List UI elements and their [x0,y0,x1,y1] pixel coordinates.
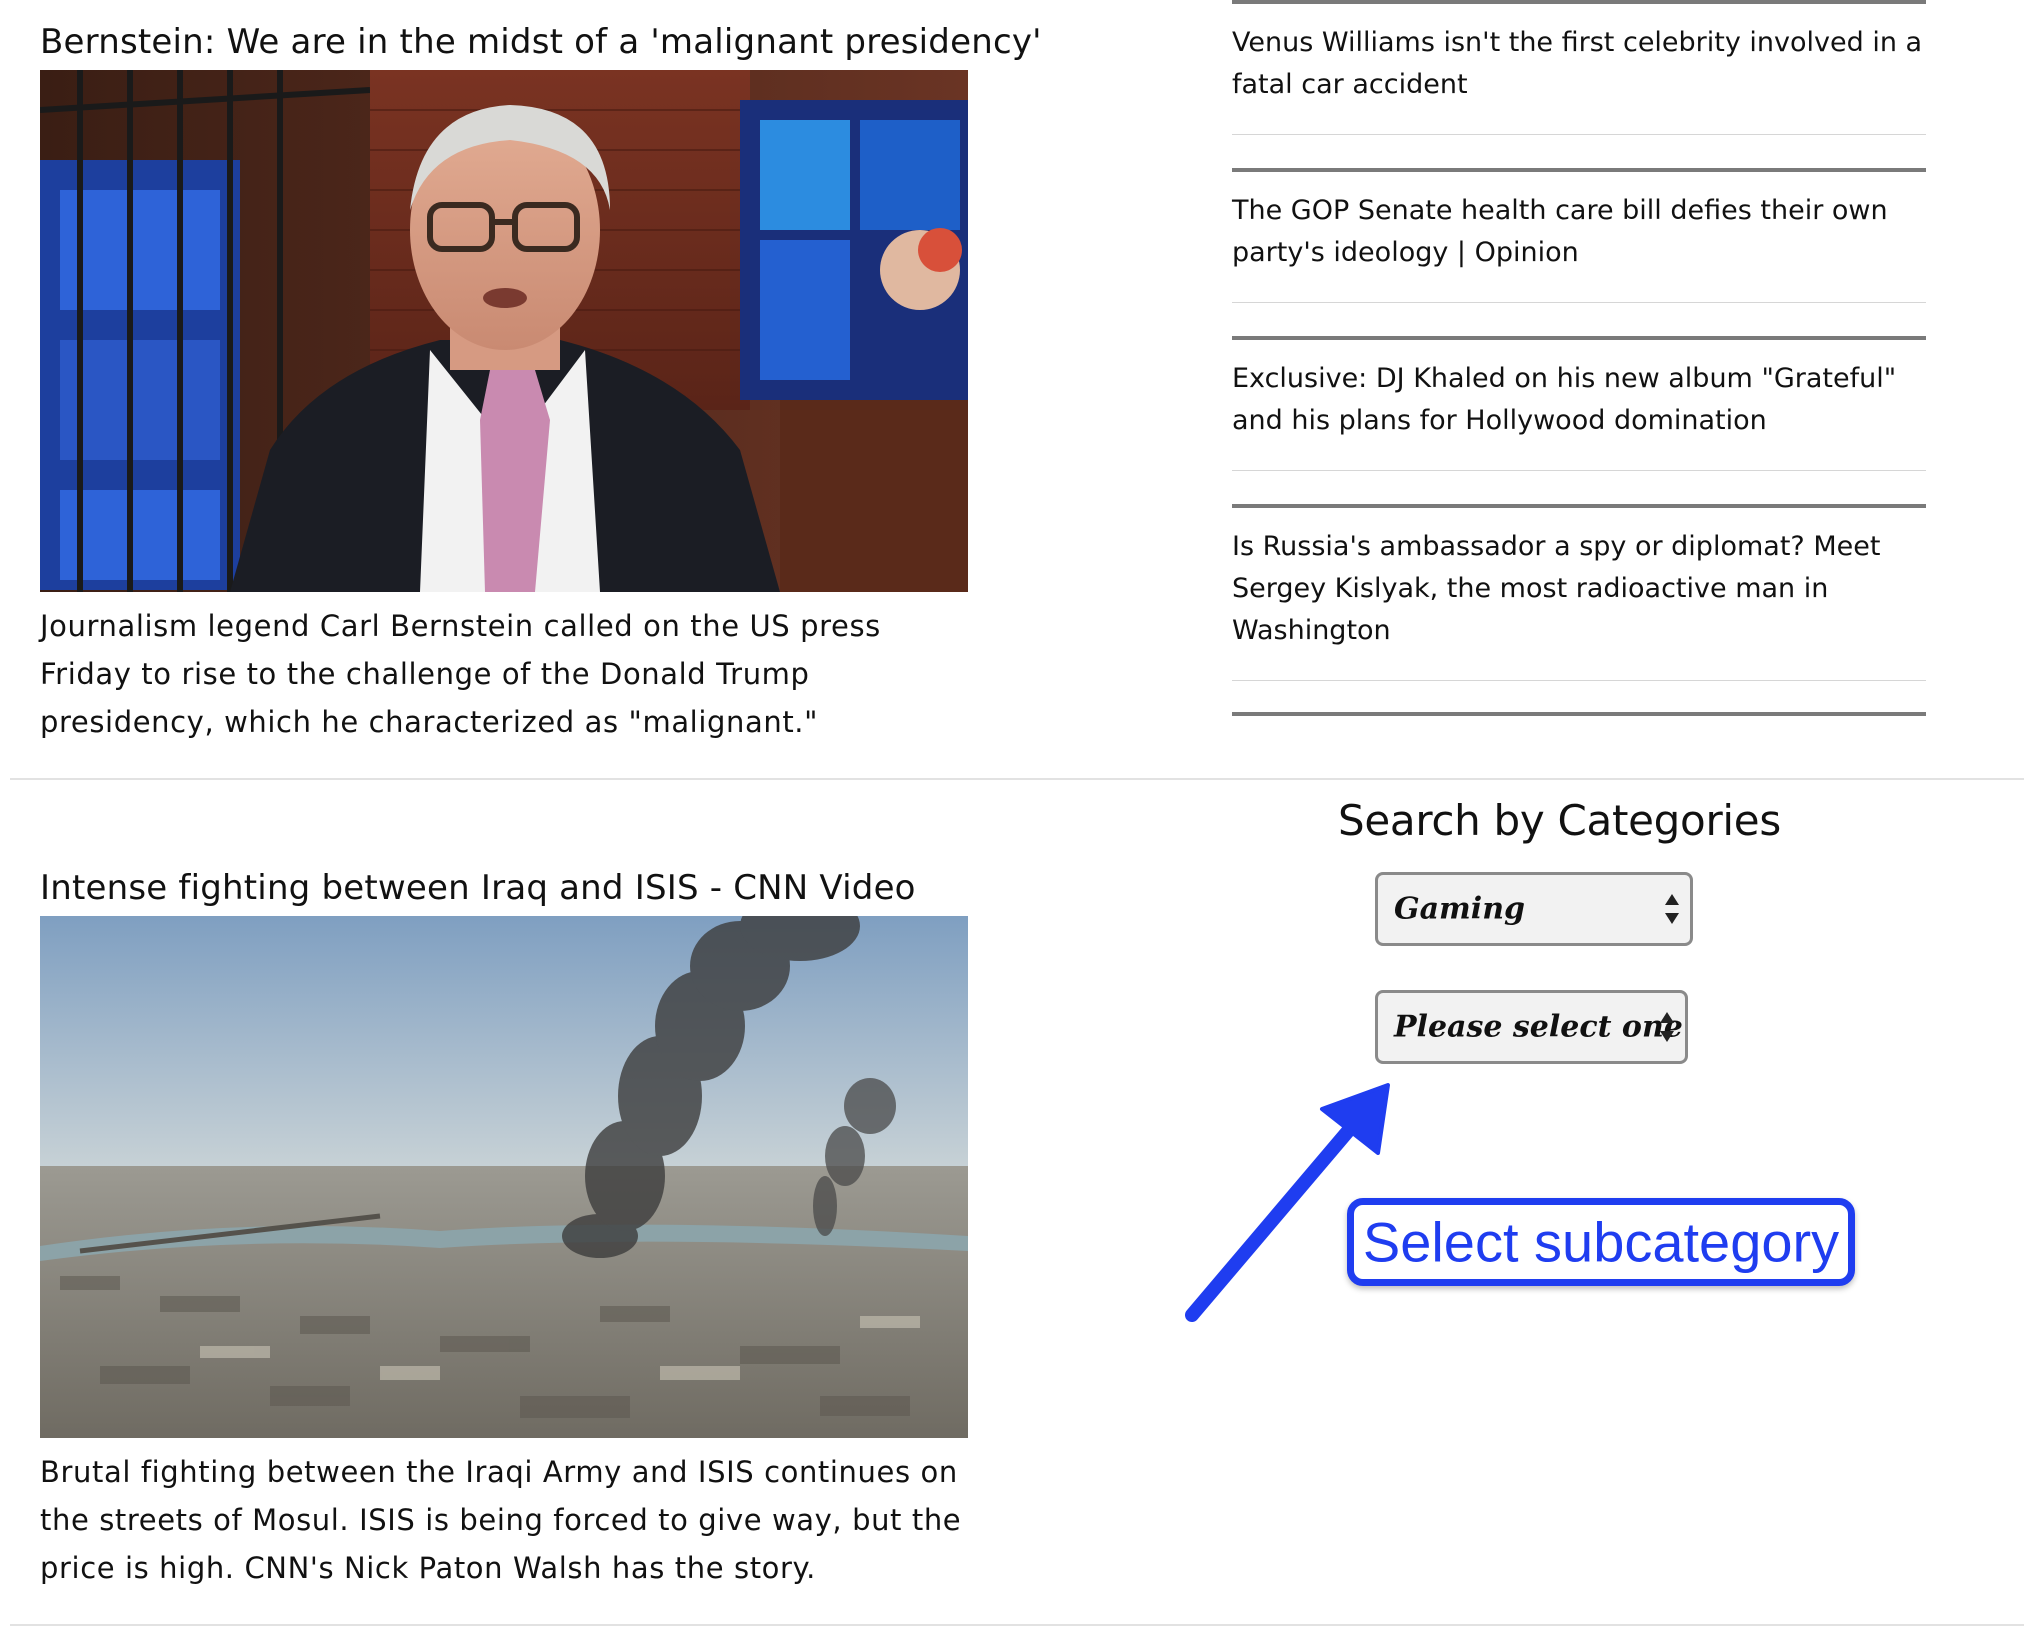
category-select[interactable]: Gaming [1375,872,1693,946]
related-story-item: The GOP Senate health care bill defies t… [1232,168,1926,336]
story-image-bernstein[interactable] [40,70,968,592]
related-story-item: Exclusive: DJ Khaled on his new album "G… [1232,336,1926,504]
related-stories-list: Venus Williams isn't the first celebrity… [1232,0,1926,716]
mosul-aerial-photo [40,916,968,1438]
related-story-link[interactable]: Is Russia's ambassador a spy or diplomat… [1232,526,1926,652]
annotation-callout: Select subcategory [1347,1198,1855,1286]
subcategory-select-value: Please select one [1394,1009,1683,1045]
story-headline[interactable]: Intense fighting between Iraq and ISIS -… [40,868,916,908]
category-select-value: Gaming [1394,891,1525,927]
related-story-link[interactable]: Venus Williams isn't the first celebrity… [1232,22,1926,106]
up-down-arrows-icon [1665,894,1679,924]
related-story-item: Is Russia's ambassador a spy or diplomat… [1232,504,1926,714]
section-divider [10,1624,2024,1626]
story-image-mosul[interactable] [40,916,968,1438]
annotation-label: Select subcategory [1362,1210,1840,1274]
related-story-item: Venus Williams isn't the first celebrity… [1232,0,1926,168]
list-separator [1232,470,1926,471]
list-separator [1232,134,1926,135]
up-down-arrows-icon [1660,1012,1674,1042]
section-divider [10,778,2024,780]
story-headline[interactable]: Bernstein: We are in the midst of a 'mal… [40,22,1042,62]
story-summary: Brutal fighting between the Iraqi Army a… [40,1455,962,1585]
bernstein-photo [40,70,968,592]
related-story-link[interactable]: The GOP Senate health care bill defies t… [1232,190,1926,274]
story-summary: Journalism legend Carl Bernstein called … [40,609,881,739]
list-separator [1232,680,1926,681]
list-separator [1232,302,1926,303]
list-end-rule [1232,712,1926,716]
subcategory-select[interactable]: Please select one [1375,990,1688,1064]
related-story-link[interactable]: Exclusive: DJ Khaled on his new album "G… [1232,358,1926,442]
categories-heading: Search by Categories [1338,796,1781,845]
